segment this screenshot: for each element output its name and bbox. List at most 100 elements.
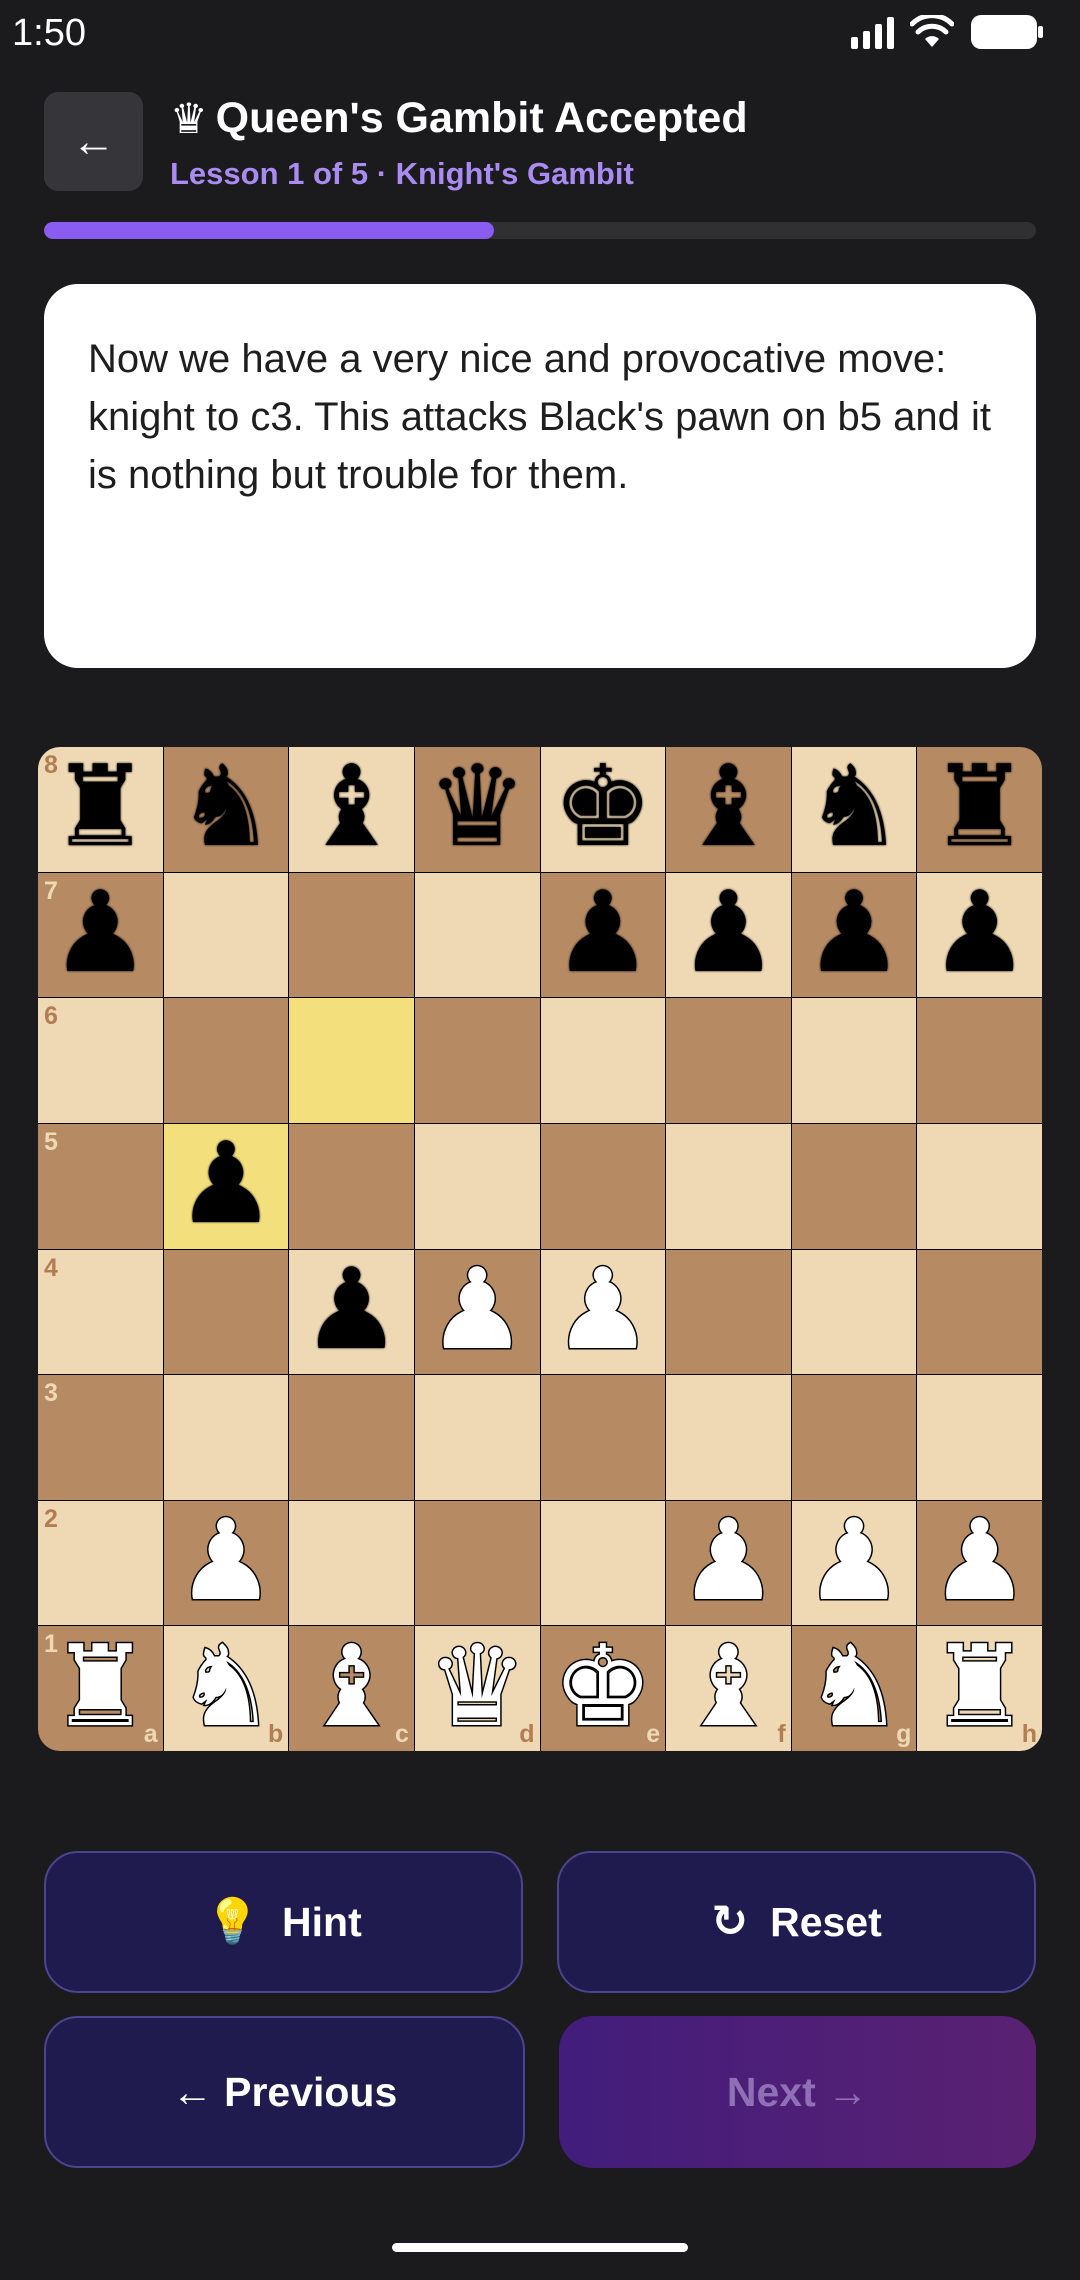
square-a2[interactable]: 2 — [38, 1500, 163, 1626]
square-a3[interactable]: 3 — [38, 1375, 163, 1500]
square-g3[interactable] — [791, 1375, 917, 1500]
square-e2[interactable] — [540, 1500, 666, 1626]
black-pawn-icon[interactable]: ♟ — [929, 877, 1029, 989]
square-a4[interactable]: 4 — [38, 1249, 163, 1375]
square-h6[interactable] — [917, 998, 1042, 1123]
square-c7[interactable] — [289, 872, 414, 998]
white-king-icon[interactable]: ♚ — [551, 1629, 654, 1744]
square-b6[interactable] — [163, 998, 289, 1123]
square-d7[interactable] — [414, 872, 540, 998]
black-pawn-icon[interactable]: ♟ — [678, 877, 778, 989]
square-a6[interactable]: 6 — [38, 998, 163, 1123]
square-d5[interactable] — [414, 1123, 540, 1249]
square-f4[interactable] — [666, 1249, 791, 1375]
square-e1[interactable]: e ♚ — [540, 1626, 666, 1751]
square-e5[interactable] — [540, 1123, 666, 1249]
square-f7[interactable]: ♟ — [666, 872, 791, 998]
square-h7[interactable]: ♟ — [917, 872, 1042, 998]
square-g6[interactable] — [791, 998, 917, 1123]
square-e3[interactable] — [540, 1375, 666, 1500]
square-f3[interactable] — [666, 1375, 791, 1500]
square-d2[interactable] — [414, 1500, 540, 1626]
black-rook-icon[interactable]: ♜ — [50, 751, 150, 863]
square-g7[interactable]: ♟ — [791, 872, 917, 998]
square-b1[interactable]: b ♞ — [163, 1626, 289, 1751]
black-pawn-icon[interactable]: ♟ — [176, 1128, 276, 1240]
black-pawn-icon[interactable]: ♟ — [50, 877, 150, 989]
square-f6[interactable] — [666, 998, 791, 1123]
square-c2[interactable] — [289, 1500, 414, 1626]
white-knight-icon[interactable]: ♞ — [174, 1629, 277, 1744]
hint-button[interactable]: 💡 Hint — [44, 1851, 523, 1993]
square-d4[interactable]: ♟ — [414, 1249, 540, 1375]
square-g5[interactable] — [791, 1123, 917, 1249]
square-e8[interactable]: ♚ — [540, 747, 666, 872]
square-g8[interactable]: ♞ — [791, 747, 917, 872]
status-bar: 1:50 — [0, 0, 1080, 70]
square-g2[interactable]: ♟ — [791, 1500, 917, 1626]
square-e4[interactable]: ♟ — [540, 1249, 666, 1375]
square-g1[interactable]: g ♞ — [791, 1626, 917, 1751]
square-f2[interactable]: ♟ — [666, 1500, 791, 1626]
white-queen-icon[interactable]: ♛ — [425, 1629, 528, 1744]
square-b4[interactable] — [163, 1249, 289, 1375]
white-rook-icon[interactable]: ♜ — [49, 1629, 152, 1744]
square-b8[interactable]: ♞ — [163, 747, 289, 872]
white-pawn-icon[interactable]: ♟ — [425, 1252, 528, 1367]
square-d3[interactable] — [414, 1375, 540, 1500]
square-a7[interactable]: 7 ♟ — [38, 872, 163, 998]
white-bishop-icon[interactable]: ♝ — [677, 1629, 780, 1744]
black-bishop-icon[interactable]: ♝ — [301, 751, 401, 863]
square-d6[interactable] — [414, 998, 540, 1123]
previous-button[interactable]: ← Previous — [44, 2016, 525, 2168]
square-b7[interactable] — [163, 872, 289, 998]
white-pawn-icon[interactable]: ♟ — [551, 1252, 654, 1367]
next-button[interactable]: Next → — [559, 2016, 1036, 2168]
square-c8[interactable]: ♝ — [289, 747, 414, 872]
black-knight-icon[interactable]: ♞ — [804, 751, 904, 863]
square-c1[interactable]: c ♝ — [289, 1626, 414, 1751]
square-h3[interactable] — [917, 1375, 1042, 1500]
square-g4[interactable] — [791, 1249, 917, 1375]
back-button[interactable]: ← — [44, 92, 143, 191]
square-e6[interactable] — [540, 998, 666, 1123]
square-a8[interactable]: 8 ♜ — [38, 747, 163, 872]
black-queen-icon[interactable]: ♛ — [427, 751, 527, 863]
black-pawn-icon[interactable]: ♟ — [804, 877, 904, 989]
square-h1[interactable]: h ♜ — [917, 1626, 1042, 1751]
square-a1[interactable]: 1 a ♜ — [38, 1626, 163, 1751]
square-h2[interactable]: ♟ — [917, 1500, 1042, 1626]
square-f5[interactable] — [666, 1123, 791, 1249]
square-b3[interactable] — [163, 1375, 289, 1500]
square-f8[interactable]: ♝ — [666, 747, 791, 872]
white-pawn-icon[interactable]: ♟ — [677, 1504, 780, 1619]
square-h8[interactable]: ♜ — [917, 747, 1042, 872]
black-knight-icon[interactable]: ♞ — [176, 751, 276, 863]
chess-board[interactable]: 8 ♜ ♞ ♝ ♛ ♚ ♝ ♞ ♜ 7 ♟ ♟ ♟ ♟ ♟ 6 5 ♟ 4 ♟ ♟ ♟ 3 2 ♟ ♟ ♟ ♟ 1 a ♜ b ♞ c ♝ d ♛ e ♚ f… — [38, 747, 1042, 1751]
white-pawn-icon[interactable]: ♟ — [174, 1504, 277, 1619]
white-knight-icon[interactable]: ♞ — [802, 1629, 905, 1744]
square-c6[interactable] — [289, 998, 414, 1123]
black-bishop-icon[interactable]: ♝ — [678, 751, 778, 863]
square-e7[interactable]: ♟ — [540, 872, 666, 998]
black-pawn-icon[interactable]: ♟ — [553, 877, 653, 989]
square-f1[interactable]: f ♝ — [666, 1626, 791, 1751]
square-b5[interactable]: ♟ — [163, 1123, 289, 1249]
square-b2[interactable]: ♟ — [163, 1500, 289, 1626]
square-c3[interactable] — [289, 1375, 414, 1500]
white-bishop-icon[interactable]: ♝ — [300, 1629, 403, 1744]
white-rook-icon[interactable]: ♜ — [928, 1629, 1031, 1744]
square-h4[interactable] — [917, 1249, 1042, 1375]
black-king-icon[interactable]: ♚ — [553, 751, 653, 863]
reset-button[interactable]: ↻ Reset — [557, 1851, 1036, 1993]
square-d1[interactable]: d ♛ — [414, 1626, 540, 1751]
white-pawn-icon[interactable]: ♟ — [928, 1504, 1031, 1619]
square-d8[interactable]: ♛ — [414, 747, 540, 872]
square-c4[interactable]: ♟ — [289, 1249, 414, 1375]
black-rook-icon[interactable]: ♜ — [929, 751, 1029, 863]
square-a5[interactable]: 5 — [38, 1123, 163, 1249]
square-c5[interactable] — [289, 1123, 414, 1249]
black-pawn-icon[interactable]: ♟ — [301, 1254, 401, 1366]
white-pawn-icon[interactable]: ♟ — [802, 1504, 905, 1619]
square-h5[interactable] — [917, 1123, 1042, 1249]
